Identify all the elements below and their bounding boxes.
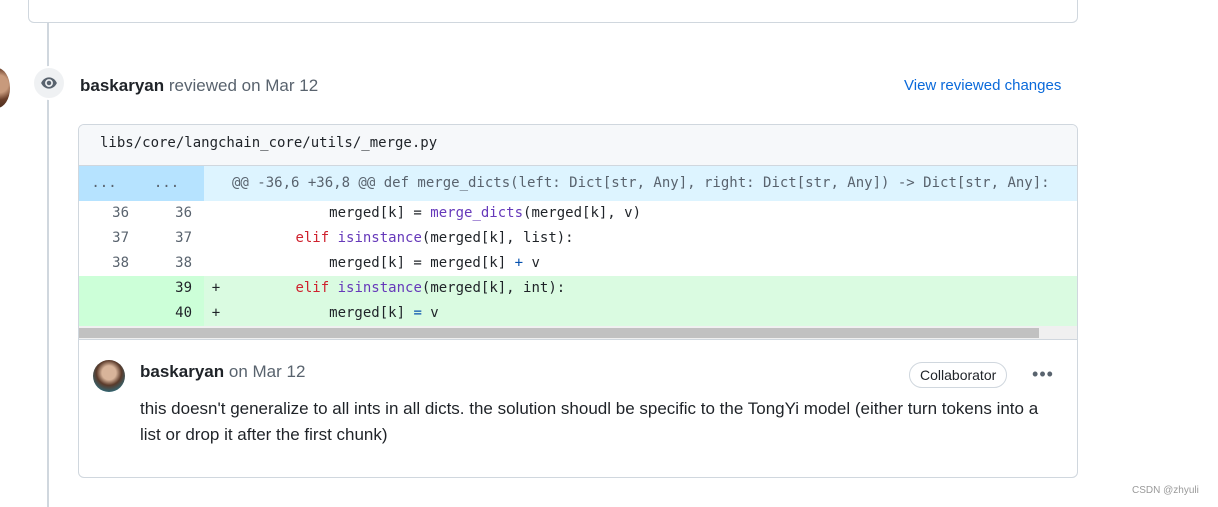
diff-marker — [204, 251, 228, 276]
previous-timeline-item — [28, 0, 1078, 23]
code-line: merged[k] = merged[k] + v — [228, 255, 540, 271]
diff-line-added: 40 + merged[k] = v — [79, 301, 1077, 326]
old-line-number[interactable] — [79, 276, 141, 301]
collaborator-badge: Collaborator — [909, 362, 1008, 388]
watermark: CSDN @zhyuli — [1132, 485, 1199, 496]
old-line-number[interactable]: 36 — [79, 201, 141, 226]
review-thread: libs/core/langchain_core/utils/_merge.py… — [78, 124, 1078, 478]
diff-marker: + — [211, 280, 221, 296]
new-line-number[interactable]: 40 — [141, 301, 204, 326]
scrollbar-thumb[interactable] — [79, 328, 1039, 338]
file-path-link[interactable]: libs/core/langchain_core/utils/_merge.py — [100, 135, 437, 151]
expand-old-line-number[interactable]: ... — [79, 166, 141, 201]
eye-icon — [32, 66, 66, 100]
diff-marker — [204, 201, 228, 226]
review-author-link[interactable]: baskaryan — [80, 76, 164, 95]
commenter-avatar[interactable] — [93, 360, 125, 392]
new-line-number[interactable]: 39 — [141, 276, 204, 301]
kebab-horizontal-icon[interactable]: ••• — [1030, 364, 1056, 388]
old-line-number[interactable]: 38 — [79, 251, 141, 276]
comment-header: baskaryan on Mar 12 — [140, 362, 305, 382]
diff-line: 38 38 merged[k] = merged[k] + v — [79, 251, 1077, 276]
new-line-number[interactable]: 38 — [141, 251, 204, 276]
new-line-number[interactable]: 37 — [141, 226, 204, 251]
comment-date-link[interactable]: on Mar 12 — [229, 362, 306, 381]
code-line: elif isinstance(merged[k], int): — [295, 280, 566, 296]
file-path-header: libs/core/langchain_core/utils/_merge.py — [79, 125, 1077, 166]
old-line-number[interactable] — [79, 301, 141, 326]
expand-new-line-number[interactable]: ... — [141, 166, 204, 201]
view-reviewed-changes-link[interactable]: View reviewed changes — [904, 76, 1061, 96]
diff-line-added: 39 + elif isinstance(merged[k], int): — [79, 276, 1077, 301]
diff-line: 36 36 merged[k] = merge_dicts(merged[k],… — [79, 201, 1077, 226]
comment-body: this doesn't generalize to all ints in a… — [140, 399, 1039, 444]
diff-marker: + — [211, 305, 221, 321]
code-line: merged[k] = merge_dicts(merged[k], v) — [228, 205, 642, 221]
review-comment: baskaryan on Mar 12 Collaborator ••• thi… — [79, 340, 1077, 477]
old-line-number[interactable]: 37 — [79, 226, 141, 251]
reviewer-avatar[interactable] — [0, 68, 10, 108]
hunk-header-text: @@ -36,6 +36,8 @@ def merge_dicts(left: … — [232, 175, 1050, 191]
code-line: elif isinstance(merged[k], list): — [295, 230, 574, 246]
diff-table: ... ... @@ -36,6 +36,8 @@ def merge_dict… — [79, 166, 1077, 340]
review-action-text: reviewed on Mar 12 — [168, 76, 319, 95]
code-line: merged[k] = v — [228, 305, 439, 321]
hunk-header-row[interactable]: ... ... @@ -36,6 +36,8 @@ def merge_dict… — [79, 166, 1077, 201]
diff-line: 37 37 elif isinstance(merged[k], list): — [79, 226, 1077, 251]
review-header: baskaryan reviewed on Mar 12 — [80, 75, 318, 97]
horizontal-scrollbar[interactable] — [79, 326, 1077, 340]
new-line-number[interactable]: 36 — [141, 201, 204, 226]
diff-marker — [204, 226, 228, 251]
comment-author-link[interactable]: baskaryan — [140, 362, 224, 381]
